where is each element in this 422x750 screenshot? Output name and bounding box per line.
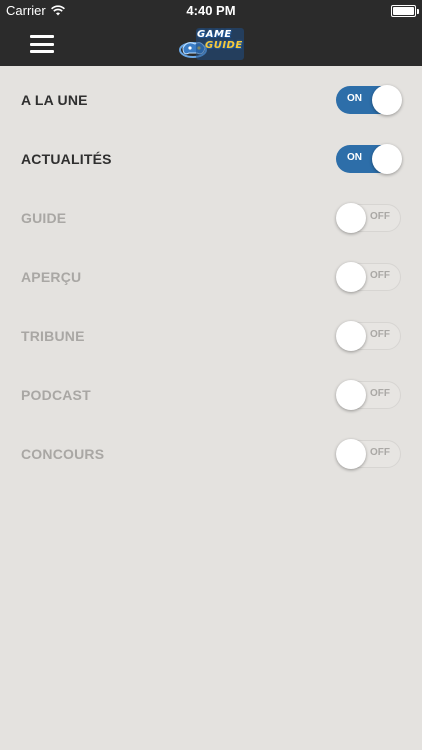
toggle-state-text: OFF bbox=[370, 270, 390, 281]
toggle-knob bbox=[336, 439, 366, 469]
setting-row-guide: GUIDE OFF bbox=[0, 184, 422, 243]
toggle-actualites[interactable]: ON bbox=[336, 144, 402, 174]
setting-row-concours: CONCOURS OFF bbox=[0, 420, 422, 479]
setting-label: CONCOURS bbox=[21, 446, 105, 462]
toggle-knob bbox=[372, 85, 402, 115]
hamburger-menu-icon[interactable] bbox=[30, 35, 54, 53]
toggle-knob bbox=[336, 203, 366, 233]
logo-text-game: GAME bbox=[197, 29, 232, 40]
toggle-guide[interactable]: OFF bbox=[336, 203, 401, 233]
game-guide-logo: GAME GUIDE bbox=[177, 26, 247, 62]
toggle-a-la-une[interactable]: ON bbox=[336, 85, 402, 115]
settings-list: A LA UNE ON ACTUALITÉS ON GUIDE OFF APER… bbox=[0, 66, 422, 479]
toggle-knob bbox=[336, 321, 366, 351]
setting-label: PODCAST bbox=[21, 387, 91, 403]
nav-bar: GAME GUIDE bbox=[0, 22, 422, 66]
setting-label: APERÇU bbox=[21, 269, 82, 285]
toggle-knob bbox=[372, 144, 402, 174]
logo-text-guide: GUIDE bbox=[205, 40, 243, 51]
setting-row-actualites: ACTUALITÉS ON bbox=[0, 125, 422, 184]
toggle-podcast[interactable]: OFF bbox=[336, 380, 401, 410]
toggle-state-text: OFF bbox=[370, 447, 390, 458]
toggle-state-text: ON bbox=[347, 152, 362, 163]
toggle-state-text: OFF bbox=[370, 211, 390, 222]
setting-row-podcast: PODCAST OFF bbox=[0, 361, 422, 420]
toggle-knob bbox=[336, 262, 366, 292]
battery-icon bbox=[391, 5, 419, 17]
status-bar: Carrier 4:40 PM bbox=[0, 0, 422, 22]
toggle-state-text: ON bbox=[347, 93, 362, 104]
toggle-knob bbox=[336, 380, 366, 410]
setting-row-apercu: APERÇU OFF bbox=[0, 243, 422, 302]
status-time: 4:40 PM bbox=[186, 3, 236, 18]
setting-row-a-la-une: A LA UNE ON bbox=[0, 66, 422, 125]
toggle-concours[interactable]: OFF bbox=[336, 439, 401, 469]
toggle-tribune[interactable]: OFF bbox=[336, 321, 401, 351]
setting-label: ACTUALITÉS bbox=[21, 151, 112, 167]
setting-label: TRIBUNE bbox=[21, 328, 85, 344]
toggle-apercu[interactable]: OFF bbox=[336, 262, 401, 292]
setting-label: A LA UNE bbox=[21, 92, 88, 108]
toggle-state-text: OFF bbox=[370, 329, 390, 340]
setting-label: GUIDE bbox=[21, 210, 67, 226]
toggle-state-text: OFF bbox=[370, 388, 390, 399]
setting-row-tribune: TRIBUNE OFF bbox=[0, 302, 422, 361]
